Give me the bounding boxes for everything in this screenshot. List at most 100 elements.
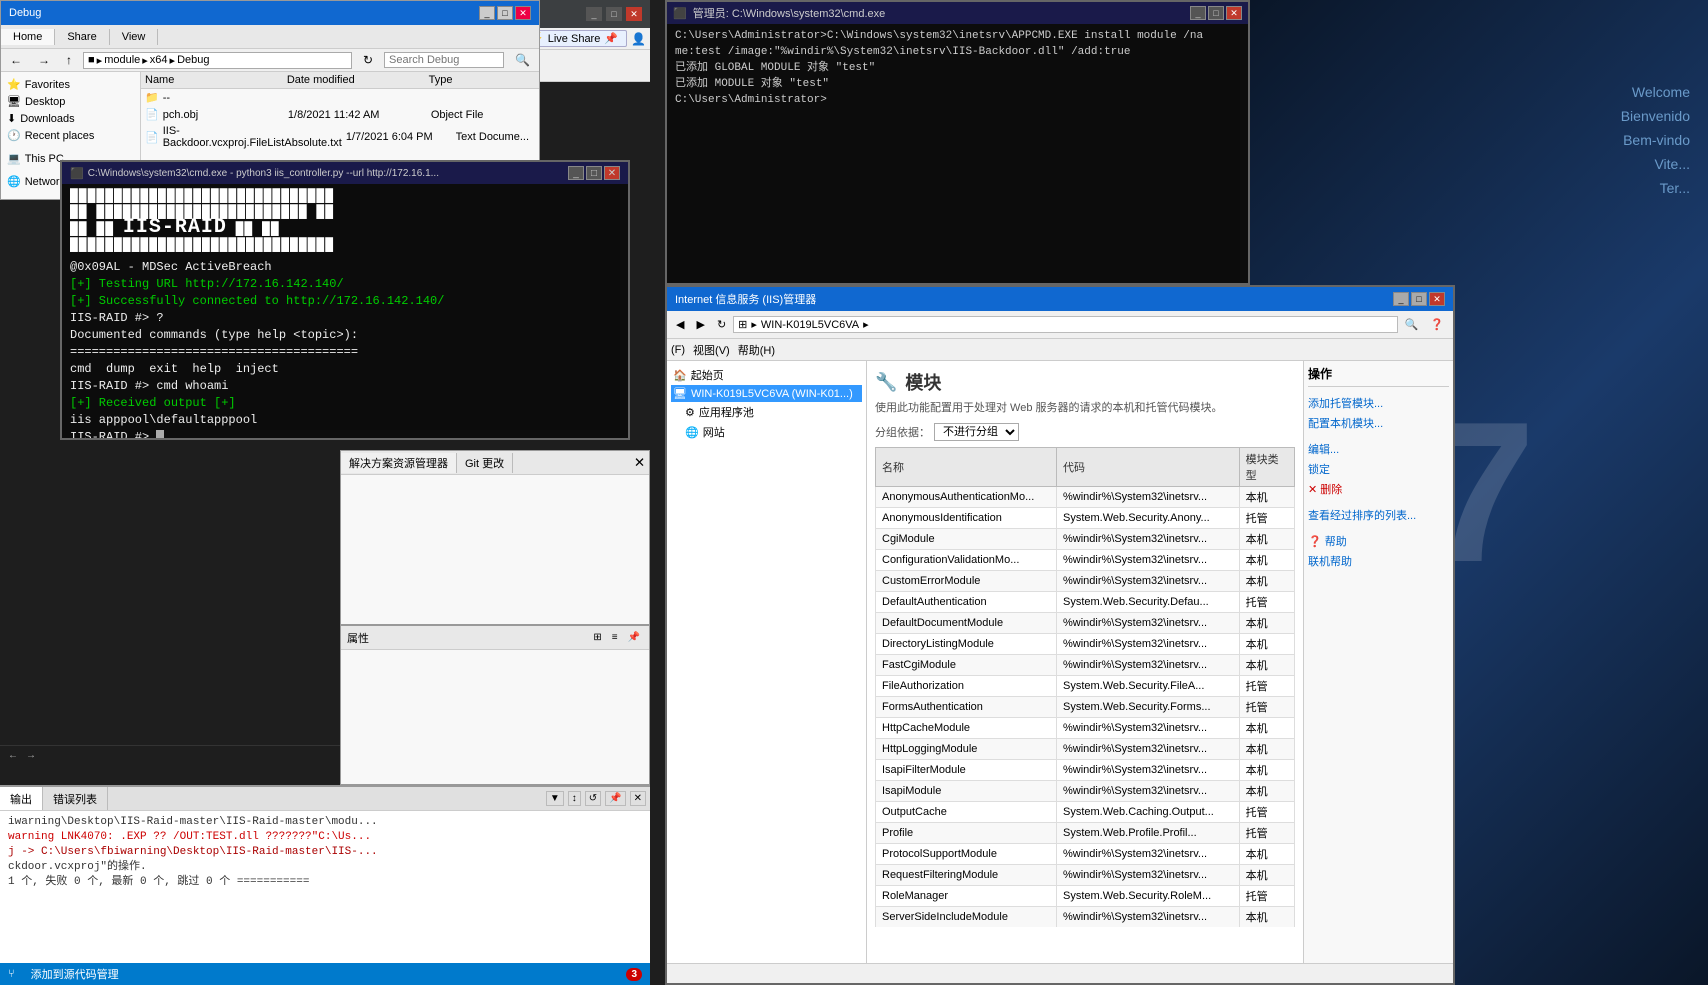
iis-action-help[interactable]: ❓ 帮助 (1308, 531, 1449, 551)
sites-icon: 🌐 (685, 426, 699, 439)
iis-module-code: System.Web.Security.Defau... (1057, 592, 1240, 613)
iis-module-row[interactable]: RequestFilteringModule %windir%\System32… (876, 865, 1295, 886)
iis-action-online-help[interactable]: 联机帮助 (1308, 551, 1449, 571)
fe-row-2[interactable]: 📄 IIS-Backdoor.vcxproj.FileListAbsolute.… (141, 123, 539, 151)
admin-cmd-max-btn[interactable]: □ (1208, 6, 1224, 20)
iis-module-row[interactable]: HttpCacheModule %windir%\System32\inetsr… (876, 718, 1295, 739)
iis-module-row[interactable]: AnonymousIdentification System.Web.Secur… (876, 508, 1295, 529)
iis-module-row[interactable]: DefaultAuthentication System.Web.Securit… (876, 592, 1295, 613)
vs-output-tb-btn-2[interactable]: ↕ (568, 791, 581, 806)
iis-col-name[interactable]: 名称 (876, 448, 1057, 487)
cmd-maximize-btn[interactable]: □ (586, 166, 602, 180)
iis-module-row[interactable]: Profile System.Web.Profile.Profil... 托管 (876, 823, 1295, 844)
iis-module-row[interactable]: HttpLoggingModule %windir%\System32\inet… (876, 739, 1295, 760)
se-tab-2[interactable]: Git 更改 (457, 453, 513, 473)
iis-tb-back[interactable]: ◀ (671, 315, 689, 334)
iis-module-row[interactable]: OutputCache System.Web.Caching.Output...… (876, 802, 1295, 823)
fe-search-input[interactable] (384, 52, 504, 68)
fe-minimize-btn[interactable]: _ (479, 6, 495, 20)
iis-module-row[interactable]: CustomErrorModule %windir%\System32\inet… (876, 571, 1295, 592)
iis-close-btn[interactable]: ✕ (1429, 292, 1445, 306)
live-share-label: Live Share (548, 33, 601, 45)
cmd-close-btn[interactable]: ✕ (604, 166, 620, 180)
vs-output-close-btn[interactable]: ✕ (630, 791, 646, 806)
admin-cmd-close-btn[interactable]: ✕ (1226, 6, 1242, 20)
iis-action-lock[interactable]: 锁定 (1308, 459, 1449, 479)
admin-cmd-min-btn[interactable]: _ (1190, 6, 1206, 20)
vs-nav-back[interactable]: ← (8, 750, 18, 761)
iis-col-type[interactable]: 模块类型 (1239, 448, 1294, 487)
vs-output-tb-btn-3[interactable]: ↺ (585, 791, 601, 806)
vs-output-tb-btn-1[interactable]: ▼ (546, 791, 564, 806)
cmd-raid-line-3: IIS-RAID #> ? (70, 310, 620, 327)
iis-module-row[interactable]: CgiModule %windir%\System32\inetsrv... 本… (876, 529, 1295, 550)
fe-nav-downloads[interactable]: ⬇ Downloads (5, 110, 136, 127)
iis-module-row[interactable]: DirectoryListingModule %windir%\System32… (876, 634, 1295, 655)
iis-module-row[interactable]: ConfigurationValidationMo... %windir%\Sy… (876, 550, 1295, 571)
iis-module-row[interactable]: FormsAuthentication System.Web.Security.… (876, 697, 1295, 718)
fe-row-0[interactable]: 📁 -- (141, 89, 539, 106)
iis-action-delete[interactable]: ✕ 删除 (1308, 479, 1449, 499)
vs-minimize-btn[interactable]: _ (586, 7, 602, 21)
iis-max-btn[interactable]: □ (1411, 292, 1427, 306)
fe-search-btn[interactable]: 🔍 (510, 51, 535, 69)
se-tab-1[interactable]: 解决方案资源管理器 (341, 453, 457, 473)
fe-nav-desktop[interactable]: 🖥 Desktop (5, 93, 136, 110)
cmd-minimize-btn[interactable]: _ (568, 166, 584, 180)
iis-module-row[interactable]: IsapiModule %windir%\System32\inetsrv...… (876, 781, 1295, 802)
vs-maximize-btn[interactable]: □ (606, 7, 622, 21)
fe-nav-recent[interactable]: 🕐 Recent places (5, 127, 136, 144)
fe-nav-favorites[interactable]: ⭐ Favorites (5, 76, 136, 93)
iis-module-row[interactable]: FastCgiModule %windir%\System32\inetsrv.… (876, 655, 1295, 676)
vs-close-btn[interactable]: ✕ (626, 7, 642, 21)
iis-filter-select[interactable]: 不进行分组 (934, 423, 1019, 441)
iis-module-name: DefaultDocumentModule (876, 613, 1057, 634)
props-grid-btn[interactable]: ≡ (609, 631, 621, 644)
iis-tb-search[interactable]: 🔍 (1400, 315, 1424, 334)
se-close-btn[interactable]: ✕ (630, 453, 649, 473)
iis-action-add-managed[interactable]: 添加托管模块... (1308, 393, 1449, 413)
iis-menu-file[interactable]: (F) (671, 344, 685, 356)
fe-tab-share[interactable]: Share (55, 29, 109, 45)
fe-refresh-btn[interactable]: ↻ (358, 51, 378, 69)
fe-row-1[interactable]: 📄 pch.obj 1/8/2021 11:42 AM Object File (141, 106, 539, 123)
fe-up-btn[interactable]: ↑ (61, 51, 77, 69)
iis-action-config-native[interactable]: 配置本机模块... (1308, 413, 1449, 433)
iis-action-sorted-list[interactable]: 查看经过排序的列表... (1308, 505, 1449, 525)
iis-tree-server[interactable]: 🖥 WIN-K019L5VC6VA (WIN-K01...) (671, 385, 862, 402)
fe-tab-home[interactable]: Home (1, 29, 55, 45)
fe-forward-btn[interactable]: → (33, 51, 55, 69)
iis-tree-sites[interactable]: 🌐 网站 (683, 422, 862, 442)
iis-tree-apppools[interactable]: ⚙ 应用程序池 (683, 402, 862, 422)
fe-maximize-btn[interactable]: □ (497, 6, 513, 20)
vs-errors-tab[interactable]: 错误列表 (43, 787, 108, 810)
iis-menu-view[interactable]: 视图(V) (693, 342, 730, 358)
vs-user-icon[interactable]: 👤 (631, 32, 646, 46)
fe-tab-view[interactable]: View (110, 29, 159, 45)
iis-right-title: 操作 (1308, 365, 1449, 387)
iis-tb-help[interactable]: ❓ (1425, 315, 1449, 334)
fe-back-btn[interactable]: ← (5, 51, 27, 69)
vs-nav-forward[interactable]: → (26, 750, 36, 761)
iis-tree-start[interactable]: 🏠 起始页 (671, 365, 862, 385)
iis-module-row[interactable]: RoleManager System.Web.Security.RoleM...… (876, 886, 1295, 907)
iis-module-row[interactable]: AnonymousAuthenticationMo... %windir%\Sy… (876, 487, 1295, 508)
props-pin-btn[interactable]: 📌 (625, 631, 643, 644)
fe-close-btn[interactable]: ✕ (515, 6, 531, 20)
iis-module-row[interactable]: IsapiFilterModule %windir%\System32\inet… (876, 760, 1295, 781)
iis-module-row[interactable]: ServerSideIncludeModule %windir%\System3… (876, 907, 1295, 928)
iis-min-btn[interactable]: _ (1393, 292, 1409, 306)
iis-tb-refresh[interactable]: ↻ (712, 315, 731, 334)
vs-output-tab-active[interactable]: 输出 (0, 787, 43, 810)
iis-tb-forward[interactable]: ▶ (691, 315, 709, 334)
vs-output-pin-btn[interactable]: 📌 (605, 791, 625, 806)
iis-modules-table-container[interactable]: 名称 代码 模块类型 AnonymousAuthenticationMo... … (875, 447, 1295, 927)
cmd-controls: _ □ ✕ (568, 166, 620, 180)
iis-menu-help[interactable]: 帮助(H) (738, 342, 775, 358)
iis-module-row[interactable]: ProtocolSupportModule %windir%\System32\… (876, 844, 1295, 865)
iis-module-row[interactable]: FileAuthorization System.Web.Security.Fi… (876, 676, 1295, 697)
iis-action-edit[interactable]: 编辑... (1308, 439, 1449, 459)
props-sort-btn[interactable]: ⊞ (590, 631, 604, 644)
iis-module-row[interactable]: DefaultDocumentModule %windir%\System32\… (876, 613, 1295, 634)
iis-col-code[interactable]: 代码 (1057, 448, 1240, 487)
